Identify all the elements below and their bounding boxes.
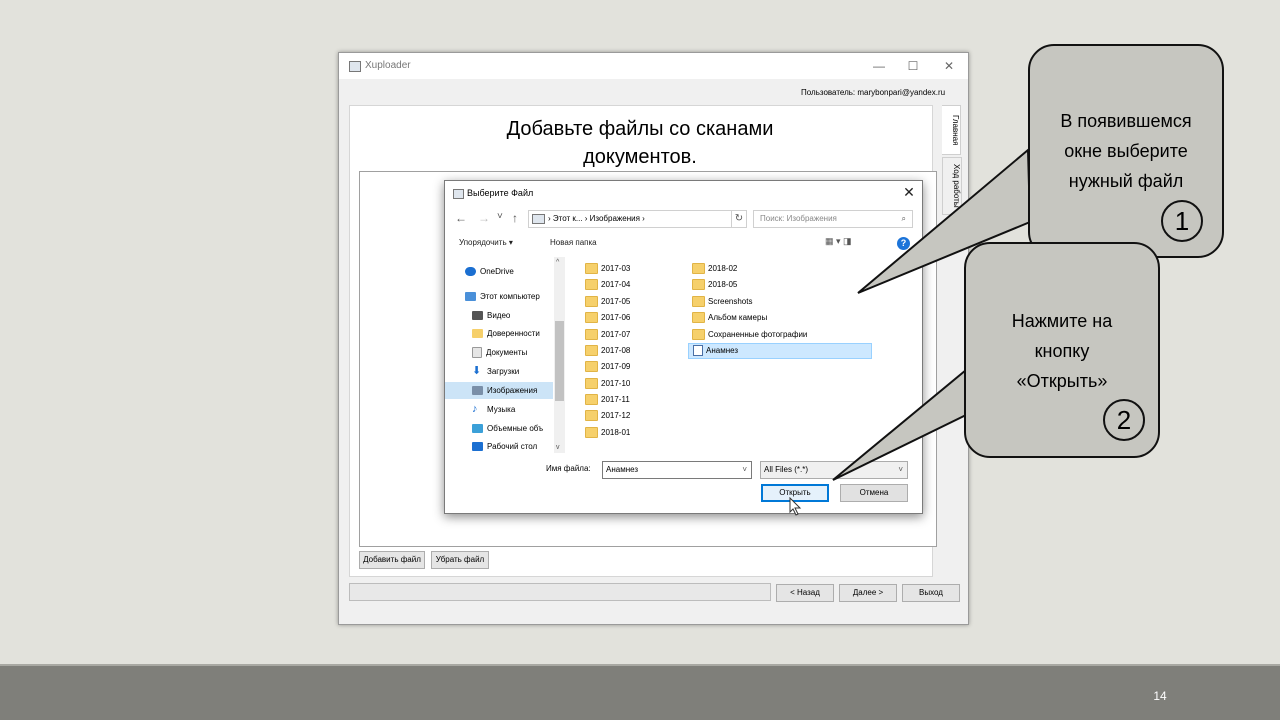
- callout-2-number: 2: [1103, 399, 1145, 441]
- callout-2-pointer: [832, 367, 967, 481]
- callout-2: Нажмите на кнопку «Открыть» 2: [964, 242, 1160, 458]
- callout-1-number: 1: [1161, 200, 1203, 242]
- callout-2-text: Нажмите на кнопку «Открыть»: [1011, 311, 1113, 391]
- callout-1-text: В появившемся окне выберите нужный файл: [1060, 111, 1192, 191]
- callout-1: В появившемся окне выберите нужный файл …: [1028, 44, 1224, 258]
